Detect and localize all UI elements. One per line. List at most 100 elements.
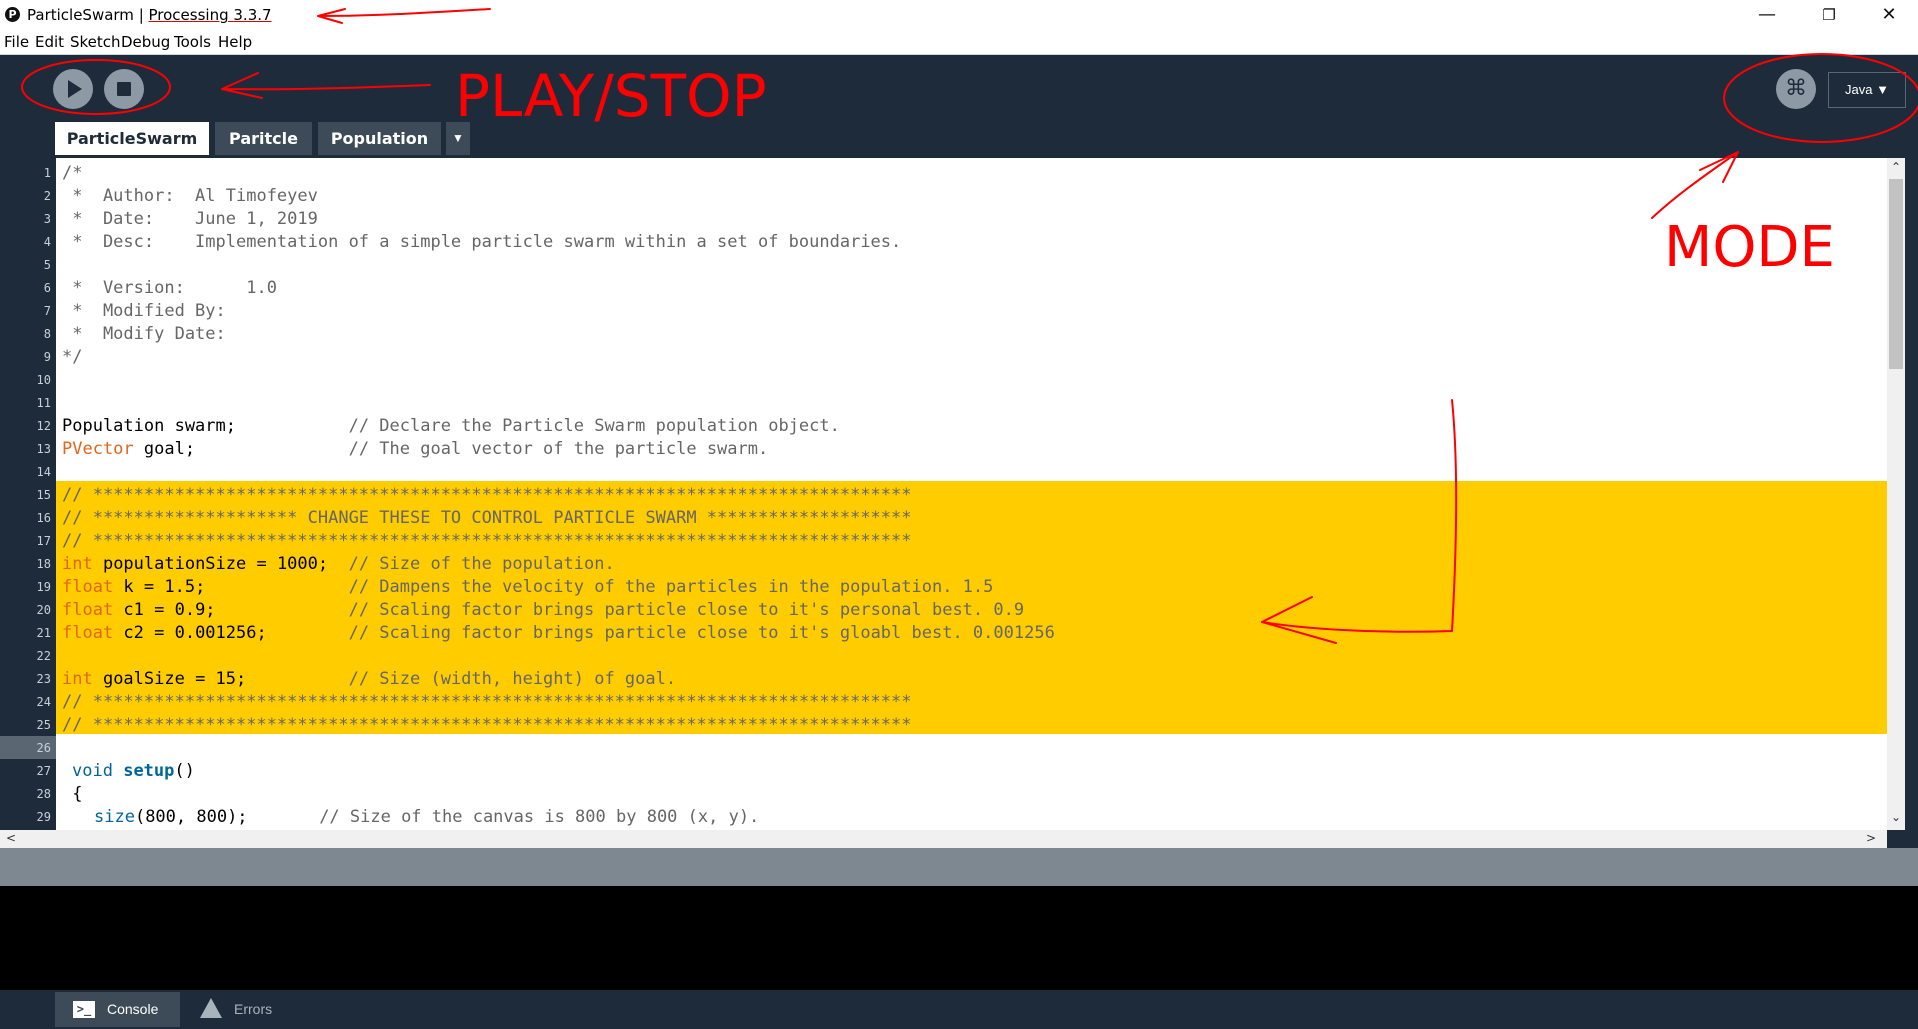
code-keyword: int [62, 554, 93, 574]
mode-select[interactable]: Java ▼ [1828, 72, 1906, 108]
processing-logo-icon: P [5, 7, 20, 22]
line-number: 21 [36, 626, 51, 640]
menu-tools[interactable]: Tools [174, 33, 211, 51]
code-line: // *************************************… [62, 715, 912, 735]
console-icon: >_ [73, 1001, 95, 1018]
line-number: 6 [43, 281, 51, 295]
code-line: * Modified By: [62, 301, 226, 321]
line-number: 25 [36, 718, 51, 732]
code-line: * Version: 1.0 [62, 278, 277, 298]
console-label: Console [107, 1001, 159, 1017]
code-line: int populationSize = 1000; // Size of th… [62, 553, 615, 576]
code-line: float k = 1.5; // Dampens the velocity o… [62, 576, 993, 599]
tab-errors[interactable]: Errors [182, 992, 292, 1027]
line-number: 20 [36, 603, 51, 617]
code-function: size [94, 807, 135, 827]
code-comment: // Size of the canvas is 800 by 800 (x, … [319, 807, 760, 827]
code-keyword: float [62, 577, 114, 597]
line-number: 12 [36, 419, 51, 433]
line-number: 5 [43, 258, 51, 272]
code-keyword: void [72, 761, 113, 781]
menu-file[interactable]: File [4, 33, 29, 51]
line-number: 22 [36, 649, 51, 663]
code-line: Population swarm; // Declare the Particl… [62, 415, 840, 438]
horizontal-scrollbar[interactable]: < > [0, 830, 1887, 848]
code-comment: // The goal vector of the particle swarm… [348, 439, 769, 459]
line-number: 4 [43, 235, 51, 249]
scroll-right-icon[interactable]: > [1866, 831, 1876, 845]
line-number: 16 [36, 511, 51, 525]
code-comment: // Size of the population. [348, 554, 615, 574]
code-keyword: float [62, 623, 114, 643]
debugger-icon[interactable]: ⌘ [1776, 69, 1816, 109]
code-comment: // Dampens the velocity of the particles… [348, 577, 994, 597]
tab-particleswarm[interactable]: ParticleSwarm [55, 122, 209, 155]
code-line: PVector goal; // The goal vector of the … [62, 438, 768, 461]
line-number-gutter: 1 2 3 4 5 6 7 8 9 10 11 12 13 14 15 16 1… [0, 158, 56, 830]
code-comment: // Size (width, height) of goal. [348, 669, 677, 689]
line-number: 8 [43, 327, 51, 341]
code-function: setup [123, 761, 175, 781]
code-text: k = 1.5; [113, 577, 349, 597]
line-number: 1 [43, 166, 51, 180]
code-line: // ******************** CHANGE THESE TO … [62, 508, 912, 528]
code-line: */ [62, 347, 83, 367]
code-comment: // Scaling factor brings particle close … [348, 600, 1025, 620]
status-divider[interactable] [0, 848, 1918, 886]
code-line: * Desc: Implementation of a simple parti… [62, 232, 902, 252]
stop-icon [117, 82, 131, 96]
vertical-scrollbar[interactable]: ⌃ ⌄ [1887, 158, 1905, 830]
menu-bar: File Edit Sketch Debug Tools Help [0, 30, 1918, 55]
code-line: * Author: Al Timofeyev [62, 186, 318, 206]
scroll-up-icon[interactable]: ⌃ [1891, 160, 1901, 174]
code-line: /* [62, 163, 83, 183]
errors-label: Errors [234, 1001, 273, 1017]
vertical-scroll-thumb[interactable] [1889, 179, 1903, 369]
code-line: size(800, 800); // Size of the canvas is… [94, 806, 759, 829]
menu-edit[interactable]: Edit [35, 33, 64, 51]
line-number: 19 [36, 580, 51, 594]
scroll-down-icon[interactable]: ⌄ [1891, 810, 1901, 824]
close-button[interactable]: ✕ [1866, 0, 1912, 30]
code-line: * Date: June 1, 2019 [62, 209, 318, 229]
line-number: 7 [43, 304, 51, 318]
console-footer: >_ Console Errors [0, 990, 1918, 1029]
tab-paritcle[interactable]: Paritcle [215, 122, 312, 155]
stop-button[interactable] [104, 69, 144, 109]
code-line: // *************************************… [62, 485, 912, 505]
tab-console[interactable]: >_ Console [55, 992, 180, 1027]
line-number: 13 [36, 442, 51, 456]
code-editor[interactable]: /* * Author: Al Timofeyev * Date: June 1… [56, 158, 1887, 830]
code-text: () [174, 761, 195, 781]
code-text: c2 = 0.001256; [113, 623, 349, 643]
line-number: 11 [36, 396, 51, 410]
code-line: int goalSize = 15; // Size (width, heigh… [62, 668, 676, 691]
play-icon [68, 80, 82, 98]
code-text: goal; [133, 439, 349, 459]
scroll-left-icon[interactable]: < [6, 831, 16, 845]
console-output[interactable] [0, 886, 1918, 990]
line-number: 27 [36, 764, 51, 778]
line-number: 2 [43, 189, 51, 203]
tab-menu-button[interactable]: ▼ [446, 122, 470, 155]
code-line: // *************************************… [62, 692, 912, 712]
line-number: 17 [36, 534, 51, 548]
maximize-button[interactable]: ❐ [1806, 0, 1852, 30]
run-button[interactable] [53, 69, 93, 109]
line-number: 10 [36, 373, 51, 387]
warning-icon [200, 998, 222, 1018]
menu-help[interactable]: Help [218, 33, 252, 51]
code-text: (800, 800); [134, 807, 320, 827]
app-version: Processing 3.3.7 [148, 6, 272, 24]
code-comment: // Scaling factor brings particle close … [348, 623, 1055, 643]
menu-debug[interactable]: Debug [121, 33, 170, 51]
code-comment: // Declare the Particle Swarm population… [348, 416, 840, 436]
minimize-button[interactable]: — [1744, 0, 1790, 30]
code-keyword: float [62, 600, 114, 620]
line-number: 23 [36, 672, 51, 686]
title-separator: | [133, 6, 149, 24]
menu-sketch[interactable]: Sketch [70, 33, 121, 51]
tab-population[interactable]: Population [318, 122, 441, 155]
code-line: void setup() [72, 760, 195, 783]
window-title: ParticleSwarm | Processing 3.3.7 [27, 6, 272, 24]
